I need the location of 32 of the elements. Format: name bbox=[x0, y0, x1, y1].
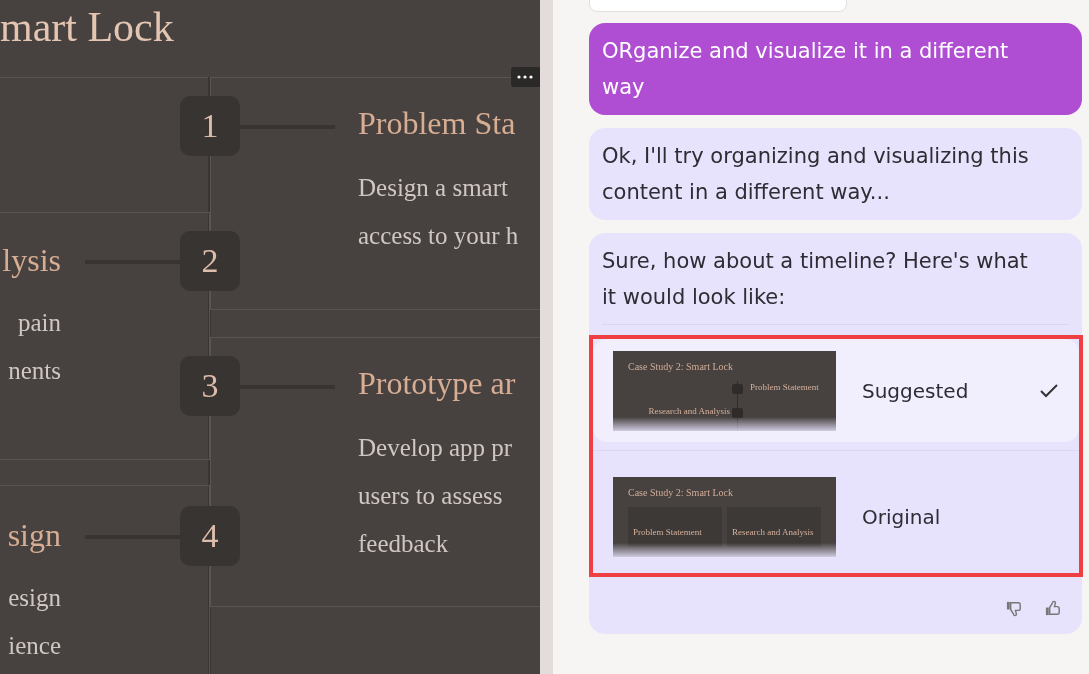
thumbnail-heading: Problem Statement bbox=[750, 381, 819, 393]
option-label: Original bbox=[862, 503, 942, 531]
step-description: esign ience bbox=[7, 583, 61, 661]
layout-option[interactable]: Case Study 2: Smart Lock Problem Statement Research and Analysis Original bbox=[593, 465, 1079, 568]
thumbnail-heading: Research and Analysis bbox=[732, 526, 814, 537]
option-label: Suggested bbox=[862, 377, 970, 405]
thumbnail-heading: Research and Analysis bbox=[648, 405, 730, 417]
thumbnail-node bbox=[732, 383, 743, 394]
layout-option[interactable]: Case Study 2: Smart Lock Problem Statement Research and Analysis Suggested bbox=[593, 339, 1079, 442]
step-number: 4 bbox=[180, 506, 240, 566]
user-message: ORganize and visualize it in a different way bbox=[589, 23, 1082, 115]
thumbnail-title: Case Study 2: Smart Lock bbox=[628, 360, 733, 373]
step-title: Prototype ar bbox=[358, 364, 516, 403]
thumbnail-node bbox=[732, 407, 743, 418]
step-number: 2 bbox=[180, 231, 240, 291]
step-number: 1 bbox=[180, 96, 240, 156]
assistant-message: Sure, how about a timeline? Here's what it would look like: bbox=[602, 248, 1029, 311]
assistant-message: Ok, I'll try organizing and visualizing this content in a different way... bbox=[602, 143, 1030, 206]
more-icon[interactable] bbox=[511, 67, 540, 87]
thumbnail-heading: Problem Statement bbox=[633, 526, 702, 537]
thumbs-down-icon[interactable] bbox=[1005, 599, 1024, 618]
step-title: sign bbox=[7, 516, 61, 555]
thumbs-up-icon[interactable] bbox=[1044, 599, 1063, 618]
thumbnail-title: Case Study 2: Smart Lock bbox=[628, 486, 733, 499]
checkmark-icon bbox=[1039, 382, 1059, 399]
step-description: pain nents bbox=[7, 308, 61, 386]
slide-title: mart Lock bbox=[0, 3, 174, 52]
step-title: lysis bbox=[2, 241, 61, 280]
step-description: Develop app pr users to assess feedback bbox=[358, 433, 514, 559]
step-description: Design a smart access to your h bbox=[358, 173, 519, 251]
step-title: Problem Sta bbox=[358, 104, 517, 143]
step-number: 3 bbox=[180, 356, 240, 416]
